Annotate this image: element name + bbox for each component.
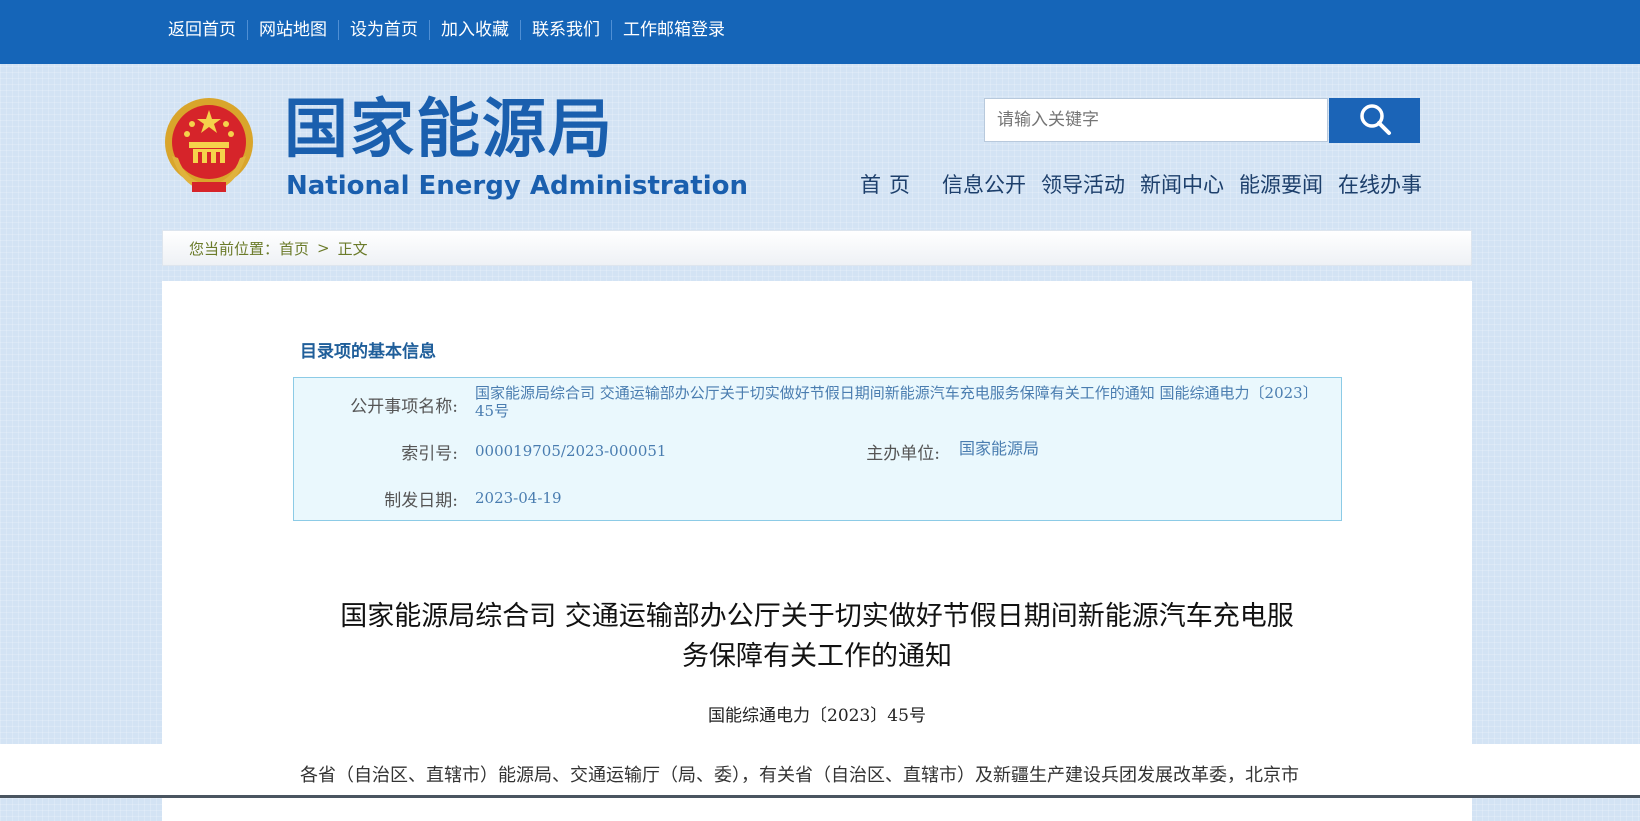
breadcrumb-home-link[interactable]: 首页 <box>279 238 309 259</box>
info-table: 公开事项名称: 国家能源局综合司 交通运输部办公厅关于切实做好节假日期间新能源汽… <box>293 377 1342 521</box>
index-value: 000019705/2023-000051 <box>475 442 667 460</box>
top-link-add-favorite[interactable]: 加入收藏 <box>429 20 520 40</box>
name-value: 国家能源局综合司 交通运输部办公厅关于切实做好节假日期间新能源汽车充电服务保障有… <box>475 384 1318 420</box>
search-icon <box>1357 101 1393 140</box>
nav-news-center[interactable]: 新闻中心 <box>1140 169 1224 199</box>
document-body-first-line: 各省（自治区、直辖市）能源局、交通运输厅（局、委），有关省（自治区、直辖市）及新… <box>300 765 1299 786</box>
date-value: 2023-04-19 <box>475 489 562 507</box>
nav-leadership-activities[interactable]: 领导活动 <box>1041 169 1125 199</box>
site-title: 国家能源局 <box>284 93 614 167</box>
breadcrumb-separator: > <box>317 239 330 257</box>
site-subtitle: National Energy Administration <box>286 171 749 201</box>
unit-label: 主办单位: <box>866 444 940 464</box>
name-label: 公开事项名称: <box>350 397 458 417</box>
document-number: 国能综通电力〔2023〕45号 <box>708 706 926 726</box>
unit-value: 国家能源局 <box>959 439 1040 458</box>
breadcrumb-current: 正文 <box>337 239 368 258</box>
breadcrumb-prefix: 您当前位置： <box>189 239 280 258</box>
document-title: 国家能源局综合司 交通运输部办公厅关于切实做好节假日期间新能源汽车充电服 务保障… <box>302 597 1332 677</box>
main-nav: 首页 信息公开 领导活动 新闻中心 能源要闻 在线办事 <box>860 166 1422 202</box>
nav-energy-news[interactable]: 能源要闻 <box>1239 169 1323 199</box>
top-link-sitemap[interactable]: 网站地图 <box>247 20 338 40</box>
info-heading: 目录项的基本信息 <box>300 342 436 362</box>
top-bar: 返回首页 网站地图 设为首页 加入收藏 联系我们 工作邮箱登录 <box>0 0 1640 64</box>
index-label: 索引号: <box>401 444 458 464</box>
nav-online-services[interactable]: 在线办事 <box>1338 169 1422 199</box>
document-title-line-1: 国家能源局综合司 交通运输部办公厅关于切实做好节假日期间新能源汽车充电服 <box>340 601 1294 632</box>
nav-home[interactable]: 首页 <box>860 169 918 199</box>
date-label: 制发日期: <box>384 491 458 511</box>
article-content: 目录项的基本信息 公开事项名称: 国家能源局综合司 交通运输部办公厅关于切实做好… <box>162 281 1472 821</box>
document-title-line-2: 务保障有关工作的通知 <box>682 641 952 672</box>
national-emblem-icon[interactable] <box>162 96 256 196</box>
breadcrumb: 您当前位置： 首页 > 正文 <box>162 230 1472 266</box>
top-link-home[interactable]: 返回首页 <box>160 20 247 40</box>
search-input[interactable] <box>984 98 1328 142</box>
top-link-set-homepage[interactable]: 设为首页 <box>338 20 429 40</box>
top-link-work-mail[interactable]: 工作邮箱登录 <box>611 20 736 40</box>
search-button[interactable] <box>1329 98 1420 143</box>
nav-info-disclosure[interactable]: 信息公开 <box>942 169 1026 199</box>
top-utility-nav: 返回首页 网站地图 设为首页 加入收藏 联系我们 工作邮箱登录 <box>160 0 736 60</box>
top-link-contact[interactable]: 联系我们 <box>520 20 611 40</box>
